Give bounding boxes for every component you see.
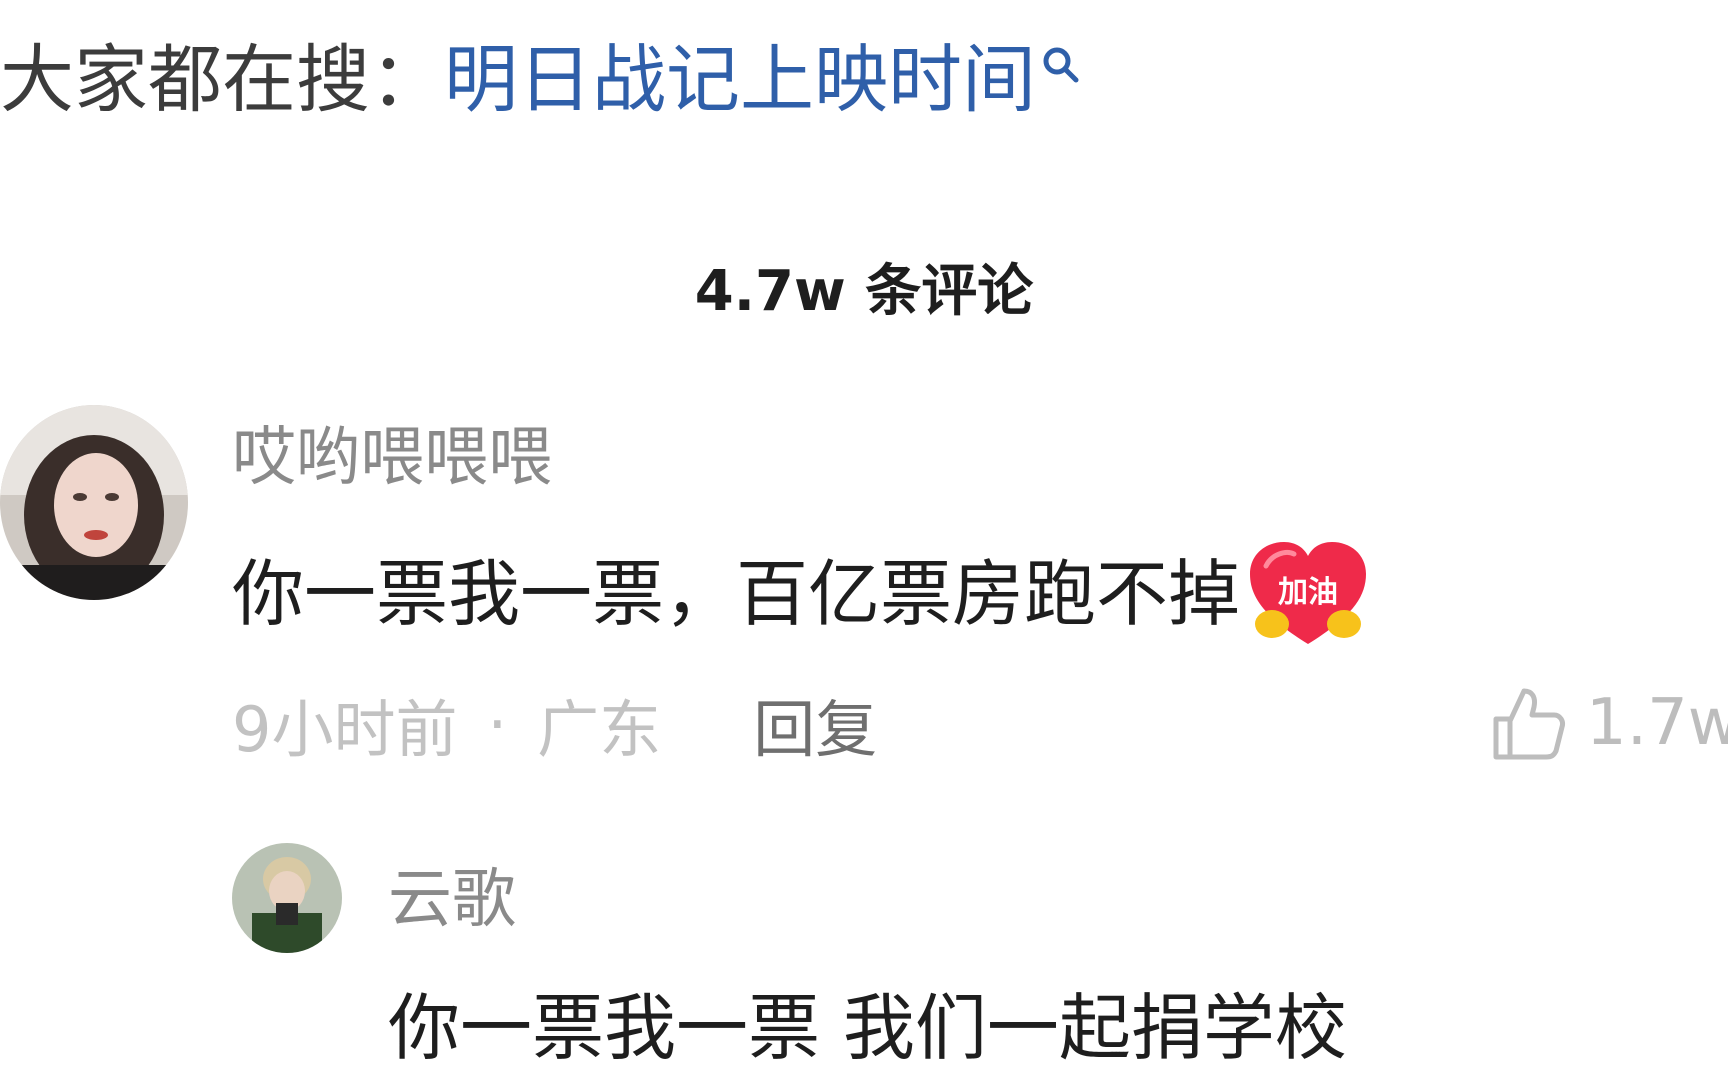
reply-button[interactable]: 回复: [753, 679, 877, 769]
meta-separator: ·: [487, 687, 508, 761]
comment-text: 你一票我一票，百亿票房跑不掉 加油: [232, 540, 1370, 648]
like-button[interactable]: 1.7w: [1490, 678, 1728, 768]
search-suggestion: 大家都在搜： 明日战记上映时间: [0, 30, 1082, 130]
thumbs-up-icon: [1493, 688, 1565, 760]
comment-time: 9小时前: [232, 693, 458, 766]
search-icon: [1043, 47, 1079, 83]
reply-text: 你一票我一票 我们一起捐学校: [388, 986, 1347, 1070]
replier-username[interactable]: 云歌: [388, 860, 516, 940]
commenter-username[interactable]: 哎哟喂喂喂: [232, 418, 552, 498]
comment-meta: 9小时前 · 广东 回复: [232, 679, 877, 769]
sticker-label: 加油: [1278, 575, 1338, 610]
replier-avatar[interactable]: [232, 843, 342, 953]
like-count: 1.7w: [1586, 686, 1728, 760]
jiayou-heart-sticker: 加油: [1246, 540, 1370, 648]
comment-count-title: 4.7w 条评论: [694, 259, 1034, 324]
search-suggestion-label: 大家都在搜：: [0, 37, 444, 123]
search-suggestion-link[interactable]: 明日战记上映时间: [444, 30, 1082, 130]
comment-body: 你一票我一票，百亿票房跑不掉: [232, 552, 1241, 636]
commenter-avatar[interactable]: [0, 405, 188, 600]
search-suggestion-query[interactable]: 明日战记上映时间: [444, 30, 1036, 130]
comment-location: 广东: [537, 693, 662, 766]
